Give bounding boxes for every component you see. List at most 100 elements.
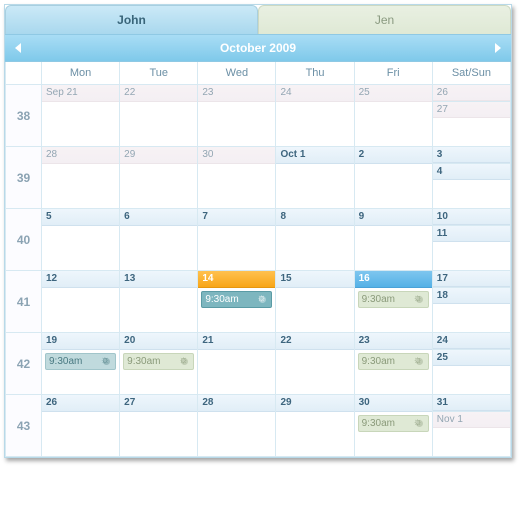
day-cell[interactable]: 28 [198,395,276,457]
day-cell[interactable]: 5 [42,209,120,271]
day-cell[interactable]: 16 9:30am [354,271,432,333]
date-label: 17 [433,271,510,287]
date-label: 3 [433,147,510,163]
day-body [198,350,275,394]
weekend-cell[interactable]: 31Nov 1 [432,395,510,457]
weekend-cell[interactable]: 2425 [432,333,510,395]
day-body [120,226,197,270]
day-cell[interactable]: 309:30am [354,395,432,457]
event-jen[interactable]: 9:30am [358,291,429,308]
day-cell[interactable]: 23 [198,85,276,147]
week-number: 40 [6,209,42,271]
day-cell[interactable]: 21 [198,333,276,395]
day-cell[interactable]: 7 [198,209,276,271]
week-row: 42199:30am209:30am2122239:30am2425 [6,333,511,395]
date-label: 29 [120,147,197,164]
date-label: 9 [355,209,432,226]
event-john[interactable]: 9:30am [201,291,272,308]
date-label: 16 [355,271,432,288]
weekend-cell[interactable]: 2627 [432,85,510,147]
day-cell[interactable]: 8 [276,209,354,271]
date-label: 28 [42,147,119,164]
col-thu: Thu [276,62,354,85]
date-label: Nov 1 [433,412,510,428]
day-body: 9:30am [120,350,197,394]
date-label: 6 [120,209,197,226]
day-cell[interactable]: 24 [276,85,354,147]
date-label: 11 [433,226,510,242]
day-body: 9:30am [198,288,275,332]
date-label: 24 [433,333,510,349]
event-jen[interactable]: 9:30am [358,415,429,432]
tab-john[interactable]: John [5,5,258,34]
person-tabs: John Jen [5,5,511,34]
date-label: 7 [198,209,275,226]
reminder-icon [414,418,425,429]
day-cell[interactable]: 12 [42,271,120,333]
event-jen[interactable]: 9:30am [358,353,429,370]
reminder-icon [257,294,268,305]
day-cell[interactable]: 209:30am [120,333,198,395]
date-label: 25 [433,350,510,366]
reminder-icon [179,356,190,367]
event-jen[interactable]: 9:30am [123,353,194,370]
day-header-row: Mon Tue Wed Thu Fri Sat/Sun [6,62,511,85]
day-cell[interactable]: 29 [120,147,198,209]
day-cell[interactable]: 19 9:30am [42,333,120,395]
date-label: 24 [276,85,353,102]
date-label: 30 [198,147,275,164]
day-body [198,102,275,146]
event-time: 9:30am [362,294,395,305]
reminder-icon [414,356,425,367]
col-wed: Wed [198,62,276,85]
date-label: 8 [276,209,353,226]
date-label: 15 [276,271,353,288]
weekend-cell[interactable]: 34 [432,147,510,209]
day-cell[interactable]: 15 [276,271,354,333]
day-cell[interactable]: 149:30am [198,271,276,333]
week-row: 40567891011 [6,209,511,271]
tab-jen[interactable]: Jen [258,5,511,34]
date-label: 26 [42,395,119,412]
day-cell[interactable]: Sep 21 [42,85,120,147]
month-title: October 2009 [220,41,296,55]
next-month-icon[interactable] [495,43,501,53]
day-cell[interactable]: 2 [354,147,432,209]
day-body [276,102,353,146]
day-cell[interactable]: 6 [120,209,198,271]
date-label: 19 [42,333,119,350]
col-tue: Tue [120,62,198,85]
day-body [120,288,197,332]
date-label: 27 [120,395,197,412]
day-cell[interactable]: 13 [120,271,198,333]
day-cell[interactable]: 28 [42,147,120,209]
event-john[interactable]: 9:30am [45,353,116,370]
date-label: 25 [355,85,432,102]
day-body [355,164,432,208]
date-label: 12 [42,271,119,288]
day-body [276,226,353,270]
day-cell[interactable]: 29 [276,395,354,457]
day-cell[interactable]: 239:30am [354,333,432,395]
day-cell[interactable]: 26 [42,395,120,457]
calendar-grid: Mon Tue Wed Thu Fri Sat/Sun 38Sep 212223… [5,62,511,457]
weekend-cell[interactable]: 1718 [432,271,510,333]
day-body [120,164,197,208]
day-cell[interactable]: 25 [354,85,432,147]
day-cell[interactable]: 27 [120,395,198,457]
date-label: 27 [433,102,510,118]
day-cell[interactable]: Oct 1 [276,147,354,209]
day-body [42,102,119,146]
day-body [42,288,119,332]
date-label: 22 [276,333,353,350]
date-label: 31 [433,395,510,411]
day-body [276,288,353,332]
day-body [355,226,432,270]
prev-month-icon[interactable] [15,43,21,53]
day-cell[interactable]: 22 [120,85,198,147]
month-header: October 2009 [5,34,511,62]
weekend-cell[interactable]: 1011 [432,209,510,271]
day-cell[interactable]: 30 [198,147,276,209]
day-cell[interactable]: 9 [354,209,432,271]
day-cell[interactable]: 22 [276,333,354,395]
